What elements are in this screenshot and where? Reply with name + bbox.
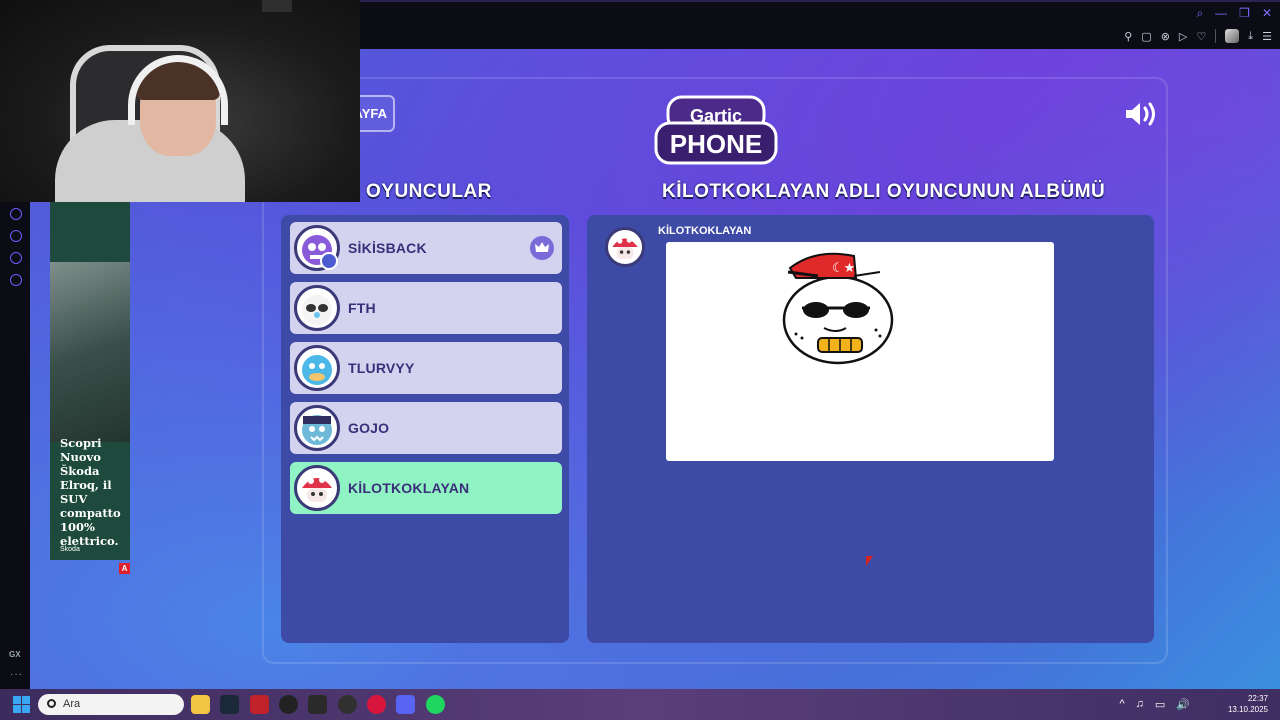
download-icon[interactable]: ⤓	[1248, 30, 1253, 43]
drawing-canvas: ☾★	[666, 242, 1054, 461]
mushroom-avatar-icon	[294, 465, 340, 511]
clock-time: 22:37	[1247, 694, 1268, 703]
search-icon	[47, 699, 56, 708]
window-controls: ⌕ — ❐ ✕	[1196, 6, 1272, 21]
opera-gx-icon[interactable]	[367, 695, 386, 714]
face-drawing: ☾★	[782, 252, 894, 365]
player-icon[interactable]	[10, 208, 22, 220]
clock[interactable]: 22:37 13.10.2025	[1228, 693, 1268, 715]
logo-bottom-text: PHONE	[670, 129, 762, 159]
close-button[interactable]: ✕	[1262, 6, 1272, 21]
menu-icon[interactable]: ☰	[1262, 30, 1272, 43]
ad-text: Scopri Nuovo Škoda Elroq, il SUV compatt…	[60, 436, 121, 548]
system-tray: ^ ♫ ▭ 🔊	[1119, 698, 1190, 711]
user-badge-icon	[320, 252, 338, 270]
sound-icon[interactable]	[1124, 101, 1158, 127]
chevron-up-icon[interactable]: ^	[1119, 698, 1124, 711]
car-image	[50, 262, 130, 442]
microphone-icon[interactable]: ♫	[1136, 698, 1144, 711]
taskbar-search[interactable]: Ara	[38, 694, 184, 715]
discord-icon[interactable]	[396, 695, 415, 714]
gartic-phone-logo: Gartic PHONE	[654, 95, 778, 165]
settings-icon[interactable]	[10, 274, 22, 286]
advertisement[interactable]: Scopri Nuovo Škoda Elroq, il SUV compatt…	[50, 202, 130, 560]
tab-strip-line	[360, 0, 1280, 2]
players-panel: SİKİSBACK FTH TLURVYY GOJO KİLOTKOKLAYAN	[281, 215, 569, 643]
player-name: SİKİSBACK	[348, 240, 427, 256]
crown-icon	[530, 236, 554, 260]
history-icon[interactable]	[10, 230, 22, 242]
background-shelf	[262, 0, 292, 12]
gx-label: GX	[9, 650, 21, 659]
restore-button[interactable]: ❐	[1239, 6, 1250, 21]
search-placeholder: Ara	[63, 698, 81, 710]
album-author-name: KİLOTKOKLAYAN	[658, 225, 752, 237]
album-heading: KİLOTKOKLAYAN ADLI OYUNCUNUN ALBÜMÜ	[662, 181, 1106, 202]
vampire-avatar-icon	[294, 405, 340, 451]
spotify-icon[interactable]	[426, 695, 445, 714]
player-name: GOJO	[348, 420, 390, 436]
player-row[interactable]: FTH	[290, 282, 562, 334]
player-name: KİLOTKOKLAYAN	[348, 480, 470, 496]
browser-toolbar: ⚲ ▢ ⊗ ▷ ♡ ⤓ ☰	[1124, 29, 1272, 43]
volume-icon[interactable]: 🔊	[1176, 698, 1190, 711]
extensions-icon[interactable]	[10, 252, 22, 264]
minimize-button[interactable]: —	[1215, 6, 1227, 21]
taskbar: Ara ^ ♫ ▭ 🔊 22:37 13.10.2025	[0, 689, 1280, 720]
player-row[interactable]: TLURVYY	[290, 342, 562, 394]
player-name: FTH	[348, 300, 376, 316]
settings-wheel-icon[interactable]	[279, 695, 298, 714]
player-row[interactable]: GOJO	[290, 402, 562, 454]
steam-icon[interactable]	[220, 695, 239, 714]
album-panel: KİLOTKOKLAYAN ☾★	[587, 215, 1154, 643]
play-icon[interactable]: ▷	[1179, 30, 1187, 43]
ad-badge[interactable]: A	[119, 563, 130, 574]
blue-creature-avatar-icon	[294, 345, 340, 391]
epic-games-icon[interactable]	[308, 695, 327, 714]
player-row[interactable]: SİKİSBACK	[290, 222, 562, 274]
pin-icon[interactable]: ⚲	[1124, 30, 1132, 43]
player-row-active[interactable]: KİLOTKOKLAYAN	[290, 462, 562, 514]
ad-brand: Škoda	[60, 546, 80, 553]
mouse-cursor	[866, 556, 873, 566]
clock-date: 13.10.2025	[1227, 705, 1268, 714]
search-icon[interactable]: ⌕	[1196, 6, 1203, 21]
svg-text:☾★: ☾★	[832, 261, 855, 276]
windows-start-icon[interactable]	[13, 696, 30, 713]
snapshot-icon[interactable]: ▢	[1141, 30, 1151, 43]
mushroom-avatar-icon	[605, 227, 645, 267]
webcam-overlay	[0, 0, 360, 202]
obs-icon[interactable]	[338, 695, 357, 714]
profile-avatar[interactable]	[1225, 29, 1240, 43]
player-name: TLURVYY	[348, 360, 415, 376]
heart-icon[interactable]: ♡	[1196, 30, 1206, 43]
red-app-icon[interactable]	[250, 695, 269, 714]
screen: ⌕ — ❐ ✕ ⚲ ▢ ⊗ ▷ ♡ ⤓ ☰ GX ··· AYFA Gartic…	[0, 0, 1280, 720]
toolbar-divider	[1215, 29, 1217, 43]
block-icon[interactable]: ⊗	[1161, 30, 1170, 43]
more-icon[interactable]: ···	[10, 669, 23, 680]
display-icon[interactable]: ▭	[1155, 698, 1165, 711]
file-explorer-icon[interactable]	[191, 695, 210, 714]
panda-avatar-icon	[294, 285, 340, 331]
players-heading: OYUNCULAR	[366, 181, 492, 202]
